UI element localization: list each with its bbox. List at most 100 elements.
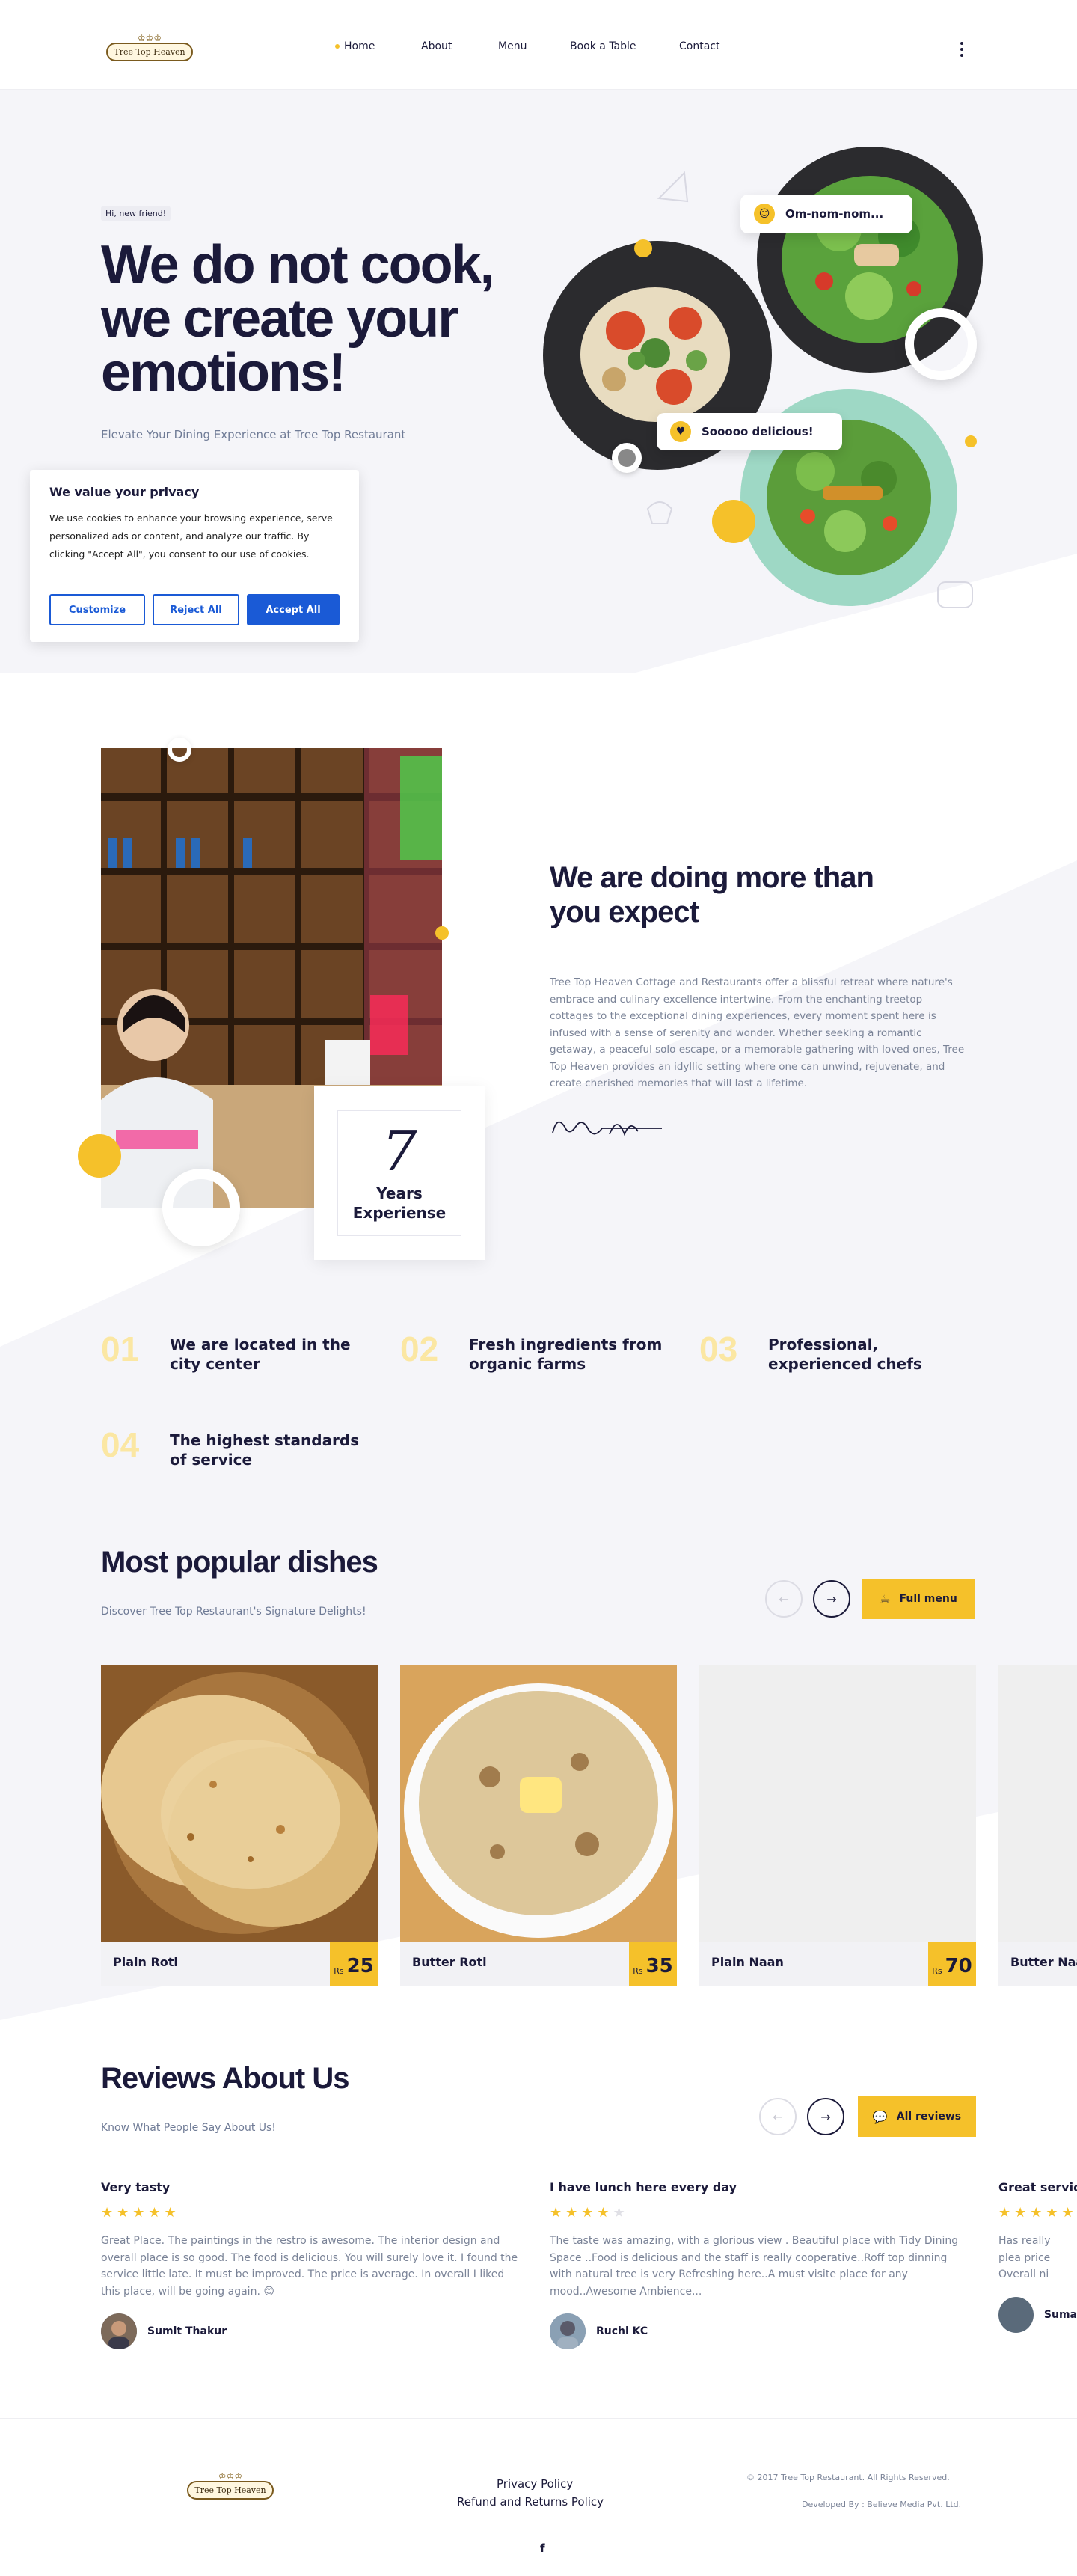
decorative-ring [905, 308, 977, 380]
all-reviews-button[interactable]: 💬 All reviews [858, 2096, 976, 2137]
star-rating: ★★★★★ [550, 2205, 629, 2221]
feature-number: 02 [400, 1330, 439, 1368]
facebook-icon[interactable]: f [540, 2542, 545, 2555]
nav-item-contact[interactable]: Contact [679, 40, 719, 52]
dishes-subtitle: Discover Tree Top Restaurant's Signature… [101, 1606, 366, 1618]
speech-bubble-om-nom: ☺ Om-nom-nom... [740, 195, 912, 233]
cupcake-icon [646, 501, 673, 524]
yum-emoji-icon: ☺ [754, 204, 775, 224]
reviews-title: Reviews About Us [101, 2062, 349, 2095]
privacy-policy-link[interactable]: Privacy Policy [497, 2477, 573, 2491]
review-text: Has really plea price Overall ni [998, 2235, 1051, 2280]
nav-item-menu[interactable]: Menu [498, 40, 527, 52]
burger-icon [937, 581, 973, 608]
decorative-dot [634, 239, 652, 257]
about-title: We are doing more than you expect [550, 861, 874, 928]
decorative-ring [168, 738, 191, 762]
dishes-next-button[interactable]: → [813, 1580, 850, 1618]
review-title: I have lunch here every day [550, 2180, 737, 2194]
dish-card[interactable]: Plain Roti Rs 25 [101, 1665, 378, 1986]
feature-text: Professional, experienced chefs [768, 1336, 922, 1373]
cookie-text: We use cookies to enhance your browsing … [49, 513, 333, 560]
dish-image [101, 1665, 378, 1942]
decorative-ring [162, 1169, 240, 1246]
review-text: Great Place. The paintings in the restro… [101, 2235, 518, 2298]
dish-price: Rs 70 [928, 1942, 976, 1986]
dishes-title: Most popular dishes [101, 1546, 378, 1579]
years-number: 7 [381, 1119, 417, 1184]
speech-bubble-delicious: ♥ Sooooo delicious! [657, 413, 842, 450]
review-card: Very tasty ★★★★★ Great Place. The painti… [101, 2180, 520, 2349]
logo-text: Tree Top Heaven [106, 42, 193, 61]
footer-logo[interactable]: ♔♔♔ Tree Top Heaven [187, 2464, 274, 2507]
dish-card[interactable]: Butter Naa [998, 1665, 1077, 1986]
feature-number: 04 [101, 1425, 140, 1464]
star-rating: ★★★★★ [998, 2205, 1077, 2221]
avatar [101, 2313, 137, 2349]
love-emoji-icon: ♥ [670, 421, 691, 442]
review-author: Ruchi KC [550, 2313, 969, 2349]
decorative-dot [435, 926, 449, 940]
decorative-dot [965, 435, 977, 447]
feature-number: 03 [699, 1330, 738, 1368]
dish-price: Rs 35 [629, 1942, 677, 1986]
decorative-ring [612, 443, 642, 473]
developer-credit: Developed By : Believe Media Pvt. Ltd. [802, 2500, 962, 2509]
cookie-title: We value your privacy [49, 485, 200, 499]
review-card: Great service ★★★★★ Has really plea pric… [998, 2180, 1077, 2333]
nav-item-home[interactable]: Home [335, 40, 375, 52]
copyright-text: © 2017 Tree Top Restaurant. All Rights R… [746, 2473, 950, 2482]
reviews-subtitle: Know What People Say About Us! [101, 2122, 276, 2134]
dish-name: Plain Naan [711, 1955, 784, 1969]
feature-text: The highest standards of service [170, 1431, 360, 1469]
dish-card[interactable]: Butter Roti Rs 35 [400, 1665, 677, 1986]
butter-roti-illustration [400, 1665, 677, 1942]
nav-item-book-a-table[interactable]: Book a Table [570, 40, 636, 52]
full-menu-button[interactable]: ☕ Full menu [862, 1579, 975, 1619]
roti-illustration [101, 1665, 378, 1942]
decorative-dot [78, 1134, 121, 1178]
about-text: Tree Top Heaven Cottage and Restaurants … [550, 976, 965, 1089]
author-name: Sumit Thakur [147, 2325, 227, 2337]
star-rating: ★★★★★ [101, 2205, 180, 2221]
dish-card[interactable]: Plain Naan Rs 70 [699, 1665, 976, 1986]
footer: ♔♔♔ Tree Top Heaven Privacy Policy Refun… [0, 2418, 1077, 2576]
customize-button[interactable]: Customize [49, 594, 145, 625]
review-title: Great service [998, 2180, 1077, 2194]
years-label: Years Experiense [352, 1184, 447, 1222]
hero-subtitle: Elevate Your Dining Experience at Tree T… [101, 428, 406, 441]
kebab-menu-icon[interactable] [960, 42, 963, 57]
review-author: Suma [998, 2296, 1077, 2333]
review-text: The taste was amazing, with a glorious v… [550, 2235, 959, 2298]
feature-text: Fresh ingredients from organic farms [469, 1336, 663, 1373]
menu-icon: ☕ [880, 1591, 891, 1606]
hero-title: We do not cook, we create your emotions! [101, 235, 495, 403]
dish-name: Butter Naa [1010, 1955, 1077, 1969]
chat-bubble-icon: 💬 [872, 2109, 888, 2124]
nav-item-about[interactable]: About [421, 40, 452, 52]
years-experience-card: 7 Years Experiense [314, 1086, 485, 1260]
author-name: Ruchi KC [596, 2325, 648, 2337]
feature-item: 02 Fresh ingredients from organic farms [400, 1332, 678, 1374]
avatar [550, 2313, 586, 2349]
feature-item: 03 Professional, experienced chefs [699, 1332, 978, 1374]
dishes-prev-button[interactable]: ← [765, 1580, 803, 1618]
dish-image-placeholder [998, 1665, 1077, 1942]
logo-crown-icon: ♔♔♔ [137, 32, 162, 43]
author-name: Suma [1043, 2308, 1077, 2321]
dish-name: Butter Roti [412, 1955, 487, 1969]
feature-item: 04 The highest standards of service [101, 1428, 379, 1469]
accept-all-button[interactable]: Accept All [247, 594, 340, 625]
top-navbar: ♔♔♔ Tree Top Heaven Home About Menu Book… [0, 0, 1077, 90]
cookie-buttons: Customize Reject All Accept All [49, 594, 340, 625]
dish-image-placeholder [699, 1665, 976, 1942]
feature-number: 01 [101, 1330, 140, 1368]
brand-logo[interactable]: ♔♔♔ Tree Top Heaven [106, 25, 193, 69]
review-title: Very tasty [101, 2180, 171, 2194]
reviews-prev-button[interactable]: ← [759, 2098, 797, 2135]
feature-item: 01 We are located in the city center [101, 1332, 379, 1374]
reviews-next-button[interactable]: → [807, 2098, 844, 2135]
refund-policy-link[interactable]: Refund and Returns Policy [457, 2495, 604, 2509]
reject-all-button[interactable]: Reject All [153, 594, 239, 625]
dish-name: Plain Roti [113, 1955, 178, 1969]
